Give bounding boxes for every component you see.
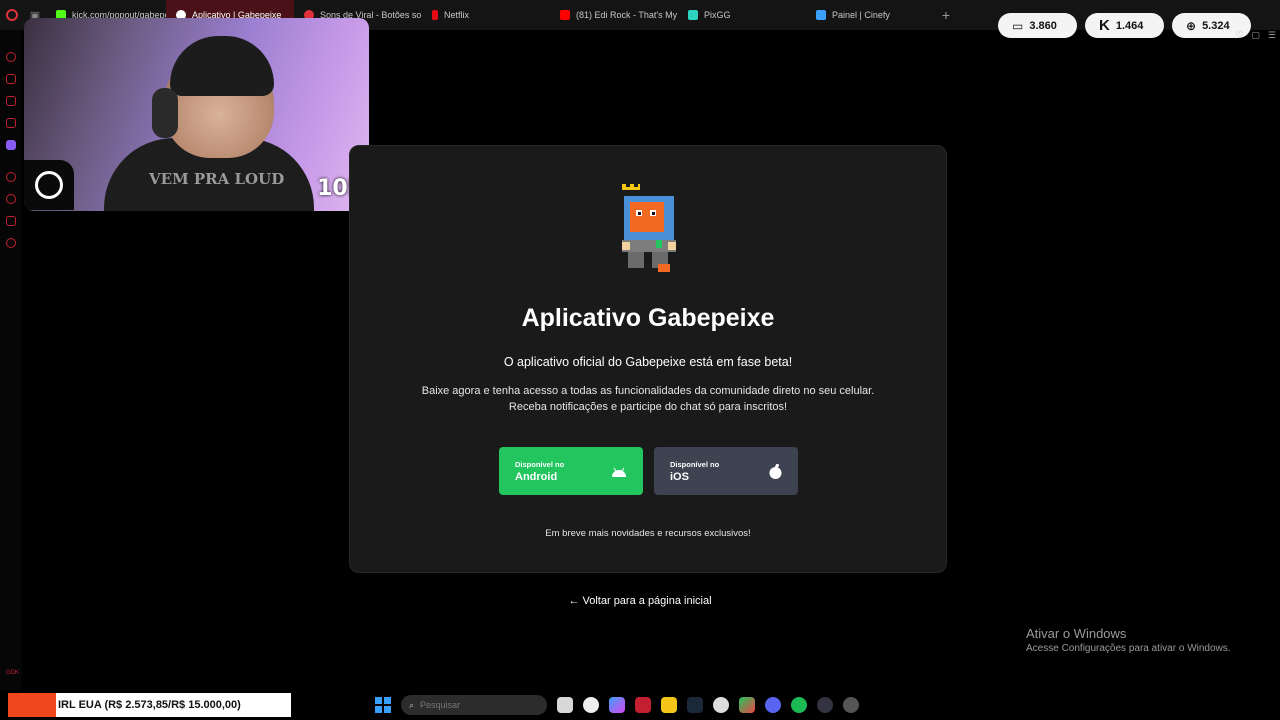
opera-logo-icon bbox=[6, 9, 18, 21]
android-button-caption: Disponível no bbox=[515, 459, 565, 469]
tab-label: Painel | Cinefy bbox=[832, 10, 890, 20]
taskbar-search-input[interactable] bbox=[420, 700, 511, 710]
app-description-line: Receba notificações e participe do chat … bbox=[508, 401, 788, 413]
ios-button-text: Disponível no iOS bbox=[670, 460, 719, 483]
gabepeixe-mascot-icon bbox=[622, 184, 676, 272]
task-view-icon[interactable] bbox=[557, 697, 573, 713]
app-footer-note: Em breve mais novidades e recursos exclu… bbox=[545, 528, 751, 539]
pixgg-icon bbox=[688, 10, 698, 20]
twitch-count-value: 3.860 bbox=[1029, 19, 1057, 32]
sidebar-clock-icon[interactable] bbox=[6, 194, 16, 204]
file-explorer-icon[interactable] bbox=[661, 697, 677, 713]
taskbar-app-icon[interactable] bbox=[713, 697, 729, 713]
box-icon[interactable]: ▢ bbox=[1251, 30, 1260, 41]
taskbar-app-icon[interactable] bbox=[817, 697, 833, 713]
tab-label: Netflix bbox=[444, 10, 470, 20]
tab-pixgg[interactable]: PixGG bbox=[678, 0, 806, 30]
search-icon: ⌕ bbox=[409, 699, 415, 710]
netflix-icon bbox=[432, 10, 438, 20]
kick-viewer-count: K 1.464 bbox=[1085, 13, 1164, 38]
kick-icon: K bbox=[1099, 17, 1110, 34]
app-card: Aplicativo Gabepeixe O aplicativo oficia… bbox=[349, 145, 947, 573]
browser-toolbar-icons: ♡ ▢ ☰ bbox=[1235, 30, 1276, 41]
twitch-icon: ▭ bbox=[1012, 18, 1024, 33]
app-subtitle: O aplicativo oficial do Gabepeixe está e… bbox=[503, 355, 793, 369]
sidebar-history-icon[interactable] bbox=[6, 52, 16, 62]
activation-subtitle: Acesse Configurações para ativar o Windo… bbox=[1026, 643, 1231, 654]
twitch-viewer-count: ▭ 3.860 bbox=[998, 13, 1077, 38]
steam-icon[interactable] bbox=[687, 697, 703, 713]
loud-logo-badge bbox=[24, 160, 74, 210]
tab-painel-cinefy[interactable]: Painel | Cinefy bbox=[806, 0, 934, 30]
activation-title: Ativar o Windows bbox=[1026, 626, 1127, 641]
opera-menu-button[interactable] bbox=[0, 0, 24, 30]
cinefy-icon bbox=[816, 10, 826, 20]
taskbar-app-icon[interactable] bbox=[843, 697, 859, 713]
webcam-shirt-text: VEM PRA LOUD bbox=[149, 170, 285, 188]
tab-youtube-edi-rock[interactable]: (81) Edi Rock - That's My bbox=[550, 0, 678, 30]
ios-button-label: iOS bbox=[670, 470, 689, 483]
windows-taskbar: ⌕ bbox=[375, 693, 859, 717]
apple-icon bbox=[769, 463, 782, 479]
kick-count-value: 1.464 bbox=[1115, 19, 1144, 32]
youtube-icon bbox=[560, 10, 570, 20]
tab-label: (81) Edi Rock - That's My bbox=[576, 10, 678, 20]
globe-icon: ⊕ bbox=[1186, 18, 1197, 33]
taskbar-app-icon[interactable] bbox=[583, 697, 599, 713]
menu-icon[interactable]: ☰ bbox=[1268, 30, 1276, 41]
total-count-value: 5.324 bbox=[1202, 19, 1230, 32]
sidebar-settings-icon[interactable] bbox=[6, 238, 16, 248]
sidebar-mail-icon[interactable] bbox=[6, 118, 16, 128]
loud-logo-icon bbox=[35, 171, 63, 199]
ios-button-caption: Disponível no bbox=[670, 459, 720, 469]
android-icon bbox=[612, 467, 626, 477]
app-description-line: Baixe agora e tenha acesso a todas as fu… bbox=[421, 385, 875, 397]
discord-icon[interactable] bbox=[765, 697, 781, 713]
sidebar-bag-icon[interactable] bbox=[6, 74, 16, 84]
browser-sidebar bbox=[0, 30, 22, 690]
spotify-icon[interactable] bbox=[791, 697, 807, 713]
stream-goal-banner: IRL EUA (R$ 2.573,85/R$ 15.000,00) bbox=[8, 693, 291, 717]
opera-taskbar-icon[interactable] bbox=[635, 697, 651, 713]
back-to-home-link[interactable]: ← Voltar para a página inicial bbox=[0, 595, 1280, 607]
banner-text: IRL EUA (R$ 2.573,85/R$ 15.000,00) bbox=[58, 699, 241, 711]
tab-label: PixGG bbox=[704, 10, 731, 20]
sidebar-send-icon[interactable] bbox=[6, 216, 16, 226]
sidebar-twitch-icon[interactable] bbox=[6, 140, 16, 150]
webcam-overlay: VEM PRA LOUD 105 bbox=[24, 18, 369, 211]
tab-netflix[interactable]: Netflix bbox=[422, 0, 550, 30]
windows-start-icon[interactable] bbox=[375, 697, 391, 713]
banner-accent bbox=[8, 693, 56, 717]
android-button-text: Disponível no Android bbox=[515, 460, 564, 483]
ios-download-button[interactable]: Disponível no iOS bbox=[654, 447, 798, 495]
android-download-button[interactable]: Disponível no Android bbox=[499, 447, 643, 495]
capcut-icon[interactable] bbox=[739, 697, 755, 713]
taskbar-search[interactable]: ⌕ bbox=[401, 695, 547, 715]
app-description: Baixe agora e tenha acesso a todas as fu… bbox=[350, 383, 946, 415]
android-button-label: Android bbox=[515, 470, 558, 483]
sidebar-messenger-icon[interactable] bbox=[6, 96, 16, 106]
webcam-headphones bbox=[152, 88, 178, 138]
sidebar-label: GDK bbox=[6, 670, 20, 676]
windows-activation-watermark: Ativar o Windows Acesse Configurações pa… bbox=[1026, 626, 1231, 654]
webcam-beanie bbox=[170, 36, 274, 96]
new-tab-button[interactable]: + bbox=[934, 0, 958, 30]
app-title: Aplicativo Gabepeixe bbox=[521, 304, 775, 332]
copilot-icon[interactable] bbox=[609, 697, 625, 713]
sidebar-play-icon[interactable] bbox=[6, 172, 16, 182]
heart-icon[interactable]: ♡ bbox=[1235, 30, 1243, 41]
